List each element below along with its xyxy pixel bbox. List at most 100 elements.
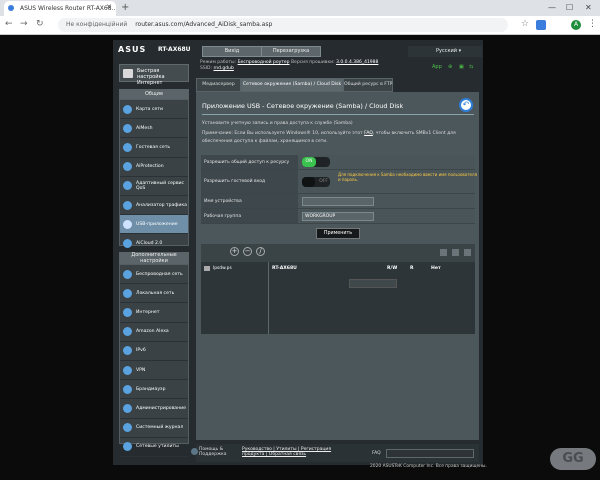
back-arrow-icon[interactable]: ↶ <box>459 98 473 112</box>
general-header: Общие <box>119 89 189 99</box>
note-text: Примечание: Если Вы используете Windows®… <box>202 131 365 136</box>
page-title: Приложение USB - Сетевое окружение (Samb… <box>202 102 404 110</box>
menu-item-icon <box>123 142 132 152</box>
faq-search-input[interactable] <box>386 449 474 458</box>
support-label: Поддержка <box>199 452 227 457</box>
menu-item-icon <box>123 307 132 317</box>
menu-item-icon <box>123 238 132 248</box>
menu-item-icon <box>123 269 132 279</box>
sidebar-item[interactable]: IPv6 <box>120 342 188 361</box>
modify-account-icon[interactable] <box>464 249 471 256</box>
extension-icon[interactable] <box>536 20 546 30</box>
sidebar-item[interactable]: Локальная сеть <box>120 284 188 304</box>
reload-icon[interactable]: ↻ <box>36 19 44 30</box>
minimize-icon[interactable]: — <box>548 3 556 12</box>
firmware-link[interactable]: 3.0.0.4.386_41988 <box>336 60 378 65</box>
sidebar-item-label: Адаптивный сервис QoS <box>136 180 185 191</box>
quick-setup-button[interactable]: Быстрая настройка Интернет <box>119 64 189 86</box>
wizard-icon <box>123 69 133 78</box>
note: Примечание: Если Вы используете Windows®… <box>202 130 474 146</box>
browser-tab[interactable]: ASUS Wireless Router RT-AX68... <box>4 1 116 16</box>
menu-kebab-icon[interactable]: ⋮ <box>588 19 597 29</box>
back-icon[interactable]: ← <box>5 19 13 30</box>
language-select[interactable]: Русский ▾ <box>408 46 482 57</box>
sidebar-item[interactable]: Карта сети <box>120 100 188 120</box>
sidebar-item[interactable]: AiMesh <box>120 119 188 139</box>
reboot-button[interactable]: Перезагрузка <box>261 46 321 57</box>
help-support[interactable]: Помощь & Поддержка <box>199 447 227 457</box>
sidebar-item[interactable]: Администрирование <box>120 399 188 419</box>
sidebar-item[interactable]: Адаптивный сервис QoS <box>120 177 188 196</box>
footer-links[interactable]: Руководство | Утилиты | Регистрация проду… <box>242 447 331 457</box>
internet-status-icon[interactable]: ⊕ <box>448 64 452 70</box>
sidebar-item[interactable]: AiCloud 2.0 <box>120 234 188 254</box>
logout-button[interactable]: Вихід <box>202 46 262 57</box>
forward-icon[interactable]: → <box>20 19 28 30</box>
sidebar-item[interactable]: VPN <box>120 361 188 381</box>
device-row: Имя устройства <box>201 194 475 209</box>
remove-icon[interactable]: − <box>243 247 252 256</box>
new-tab-icon[interactable]: + <box>121 2 129 14</box>
close-window-icon[interactable]: ✕ <box>585 3 592 12</box>
delete-account-icon[interactable] <box>452 249 459 256</box>
faq-link[interactable]: FAQ <box>364 131 373 136</box>
permission-button[interactable] <box>349 279 397 288</box>
sidebar-item-label: Карта сети <box>136 106 163 112</box>
maximize-icon[interactable]: ☐ <box>566 3 573 12</box>
sidebar-item[interactable]: AiProtection <box>120 158 188 177</box>
sidebar-item[interactable]: Брандмауэр <box>120 380 188 400</box>
avatar[interactable]: A <box>571 20 581 30</box>
sidebar-item[interactable]: Интернет <box>120 303 188 323</box>
edit-icon[interactable]: ∕ <box>256 247 265 256</box>
usb-status-icon[interactable]: ⇆ <box>469 64 473 70</box>
sidebar-item-label: USB-приложение <box>136 221 178 227</box>
quick-setup-label: Быстрая настройка Интернет <box>137 68 165 86</box>
sidebar-item-label: AiCloud 2.0 <box>136 240 163 246</box>
workgroup-input[interactable]: WORKGROUP <box>302 211 374 221</box>
menu-item-icon <box>123 104 132 114</box>
sidebar-item[interactable]: Amazon Alexa <box>120 323 188 342</box>
sidebar-item[interactable]: Анализатор трафика <box>120 196 188 216</box>
device-name-input[interactable] <box>302 196 374 206</box>
menu-item-icon <box>123 442 132 452</box>
guest-warning: Для подключения к Samba необходимо ввест… <box>338 172 477 182</box>
sidebar-item[interactable]: Сетевые утилиты <box>120 438 188 457</box>
tab-close-icon[interactable]: ✕ <box>106 3 112 12</box>
add-account-icon[interactable] <box>440 249 447 256</box>
tab-samba[interactable]: Сетевое окружение (Samba) / Cloud Disk <box>241 78 343 92</box>
tab-ftp[interactable]: Общий ресурс в FTP <box>343 78 393 92</box>
menu-item-icon <box>123 327 132 337</box>
share-toolbar <box>201 244 475 262</box>
asus-logo: ASUS <box>118 45 147 54</box>
sidebar-item-label: Беспроводная сеть <box>136 271 183 277</box>
folder-permissions <box>269 262 475 334</box>
menu-item-icon <box>123 219 132 229</box>
bookmark-star-icon[interactable]: ☆ <box>521 19 529 29</box>
mode-link[interactable]: Беспроводной роутер <box>238 60 290 65</box>
guest-toggle[interactable]: OFF <box>302 176 330 187</box>
sidebar-item[interactable]: Гостевая сеть <box>120 138 188 158</box>
language-value: Русский <box>436 48 457 54</box>
sidebar-item[interactable]: Беспроводная сеть <box>120 265 188 285</box>
account-item[interactable]: lpsdw.ps <box>213 266 275 274</box>
sidebar-item-label: AiProtection <box>136 164 164 170</box>
col-read: R <box>410 266 414 271</box>
sidebar-item[interactable]: Системный журнал <box>120 419 188 438</box>
ssid-link[interactable]: rnd.gdub <box>213 66 233 71</box>
add-icon[interactable]: + <box>230 247 239 256</box>
wifi-status-icon[interactable]: ▣ <box>459 64 464 70</box>
faq-label: FAQ <box>372 451 381 456</box>
col-read-write: R/W <box>387 266 398 271</box>
apply-button[interactable]: Применить <box>316 228 360 239</box>
guest-row: Разрешить гостевой вход OFF Для подключе… <box>201 170 477 194</box>
tab-media-server[interactable]: Медиасервер <box>196 78 241 92</box>
app-status[interactable]: App <box>432 64 442 70</box>
menu-item-icon <box>123 365 132 375</box>
sidebar-item[interactable]: USB-приложение <box>120 215 188 235</box>
sidebar-item-label: Брандмауэр <box>136 386 166 392</box>
address-bar[interactable]: Не конфіденційний router.asus.com/Advanc… <box>58 18 508 32</box>
copyright: 2020 ASUSTeK Computer Inc. Все права защ… <box>370 464 487 469</box>
ssid-line: SSID: rnd.gdub <box>200 66 234 71</box>
share-toggle[interactable]: ON <box>302 157 330 167</box>
sidebar-item-label: VPN <box>136 367 146 373</box>
